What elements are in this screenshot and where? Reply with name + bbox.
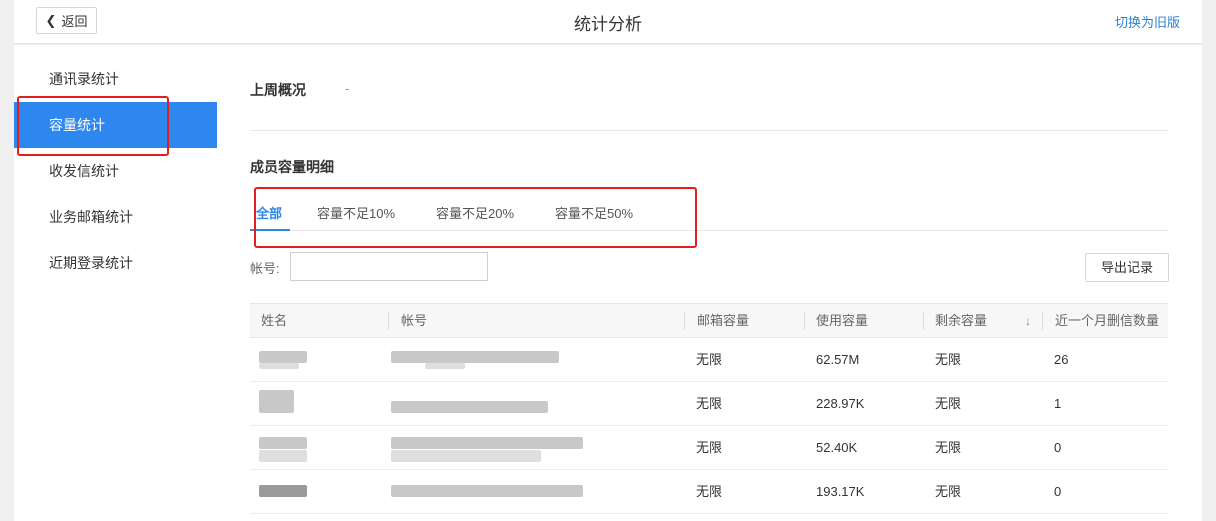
col-mailbox-capacity: 邮箱容量 (697, 313, 750, 328)
col-used-capacity: 使用容量 (816, 313, 869, 328)
cell-used-capacity: 62.57M (816, 352, 860, 367)
redacted-account (391, 351, 559, 363)
sidebar-item-capacity-stats[interactable]: 容量统计 (14, 102, 217, 148)
cell-remaining-capacity: 无限 (935, 396, 962, 411)
overview-value: - (345, 81, 350, 96)
col-remaining-capacity[interactable]: 剩余容量 (935, 304, 987, 338)
capacity-table: 姓名 帐号 邮箱容量 使用容量 剩余容量 ↓ 近一个月删信数量 无限 62.57… (250, 303, 1168, 514)
sidebar-item-mail-stats[interactable]: 收发信统计 (14, 148, 217, 194)
table-row: 无限 62.57M 无限 26 (250, 338, 1168, 382)
sidebar: 通讯录统计 容量统计 收发信统计 业务邮箱统计 近期登录统计 (14, 45, 217, 521)
cell-mailbox-capacity: 无限 (696, 352, 723, 367)
table-row: 无限 228.97K 无限 1 (250, 382, 1168, 426)
column-divider (923, 312, 924, 330)
detail-title: 成员容量明细 (250, 159, 334, 175)
cell-deleted-count: 0 (1054, 440, 1062, 455)
redacted-account (425, 363, 465, 369)
cell-deleted-count: 1 (1054, 396, 1062, 411)
arrow-down-icon[interactable]: ↓ (1025, 304, 1031, 338)
switch-old-version-link[interactable]: 切换为旧版 (1115, 12, 1180, 31)
capacity-filter-tabs: 全部 容量不足10% 容量不足20% 容量不足50% (250, 197, 1168, 231)
sidebar-item-contacts-stats[interactable]: 通讯录统计 (14, 56, 217, 102)
column-divider (804, 312, 805, 330)
divider (250, 130, 1168, 131)
redacted-account (391, 401, 548, 413)
account-search-input[interactable] (290, 252, 488, 281)
col-deleted-last-month: 近一个月删信数量 (1055, 313, 1160, 328)
column-divider (388, 312, 389, 330)
redacted-account (391, 485, 583, 497)
column-divider (684, 312, 685, 330)
redacted-name (259, 485, 307, 497)
cell-deleted-count: 26 (1054, 352, 1069, 367)
redacted-name (259, 401, 294, 413)
cell-used-capacity: 228.97K (816, 396, 865, 411)
cell-remaining-capacity: 无限 (935, 440, 962, 455)
cell-mailbox-capacity: 无限 (696, 396, 723, 411)
main-panel: 上周概况 - 成员容量明细 全部 容量不足10% 容量不足20% 容量不足50%… (217, 45, 1202, 521)
column-divider (1042, 312, 1043, 330)
cell-deleted-count: 0 (1054, 484, 1062, 499)
cell-mailbox-capacity: 无限 (696, 440, 723, 455)
tab-under-10[interactable]: 容量不足10% (317, 197, 395, 231)
table-header: 姓名 帐号 邮箱容量 使用容量 剩余容量 ↓ 近一个月删信数量 (250, 303, 1168, 338)
redacted-name (259, 363, 299, 369)
redacted-name (259, 450, 307, 462)
overview-title: 上周概况 (250, 82, 306, 98)
cell-used-capacity: 193.17K (816, 484, 865, 499)
page-title: 统计分析 (574, 15, 642, 34)
redacted-account (391, 450, 541, 462)
account-label: 帐号: (250, 261, 280, 276)
cell-remaining-capacity: 无限 (935, 352, 962, 367)
cell-used-capacity: 52.40K (816, 440, 858, 455)
redacted-name (259, 437, 307, 449)
cell-mailbox-capacity: 无限 (696, 484, 723, 499)
table-row: 无限 52.40K 无限 0 (250, 426, 1168, 470)
top-bar: ❮ 返回 统计分析 切换为旧版 (14, 0, 1202, 44)
tab-all[interactable]: 全部 (250, 197, 290, 231)
sidebar-item-business-mailbox-stats[interactable]: 业务邮箱统计 (14, 194, 217, 240)
export-records-button[interactable]: 导出记录 (1085, 253, 1169, 282)
tab-under-50[interactable]: 容量不足50% (555, 197, 633, 231)
tab-under-20[interactable]: 容量不足20% (436, 197, 514, 231)
col-account: 帐号 (401, 313, 428, 328)
col-name: 姓名 (261, 313, 288, 328)
redacted-name (259, 351, 307, 363)
cell-remaining-capacity: 无限 (935, 484, 962, 499)
table-row: 无限 193.17K 无限 0 (250, 470, 1168, 514)
redacted-account (391, 437, 583, 449)
sidebar-item-recent-login-stats[interactable]: 近期登录统计 (14, 240, 217, 286)
